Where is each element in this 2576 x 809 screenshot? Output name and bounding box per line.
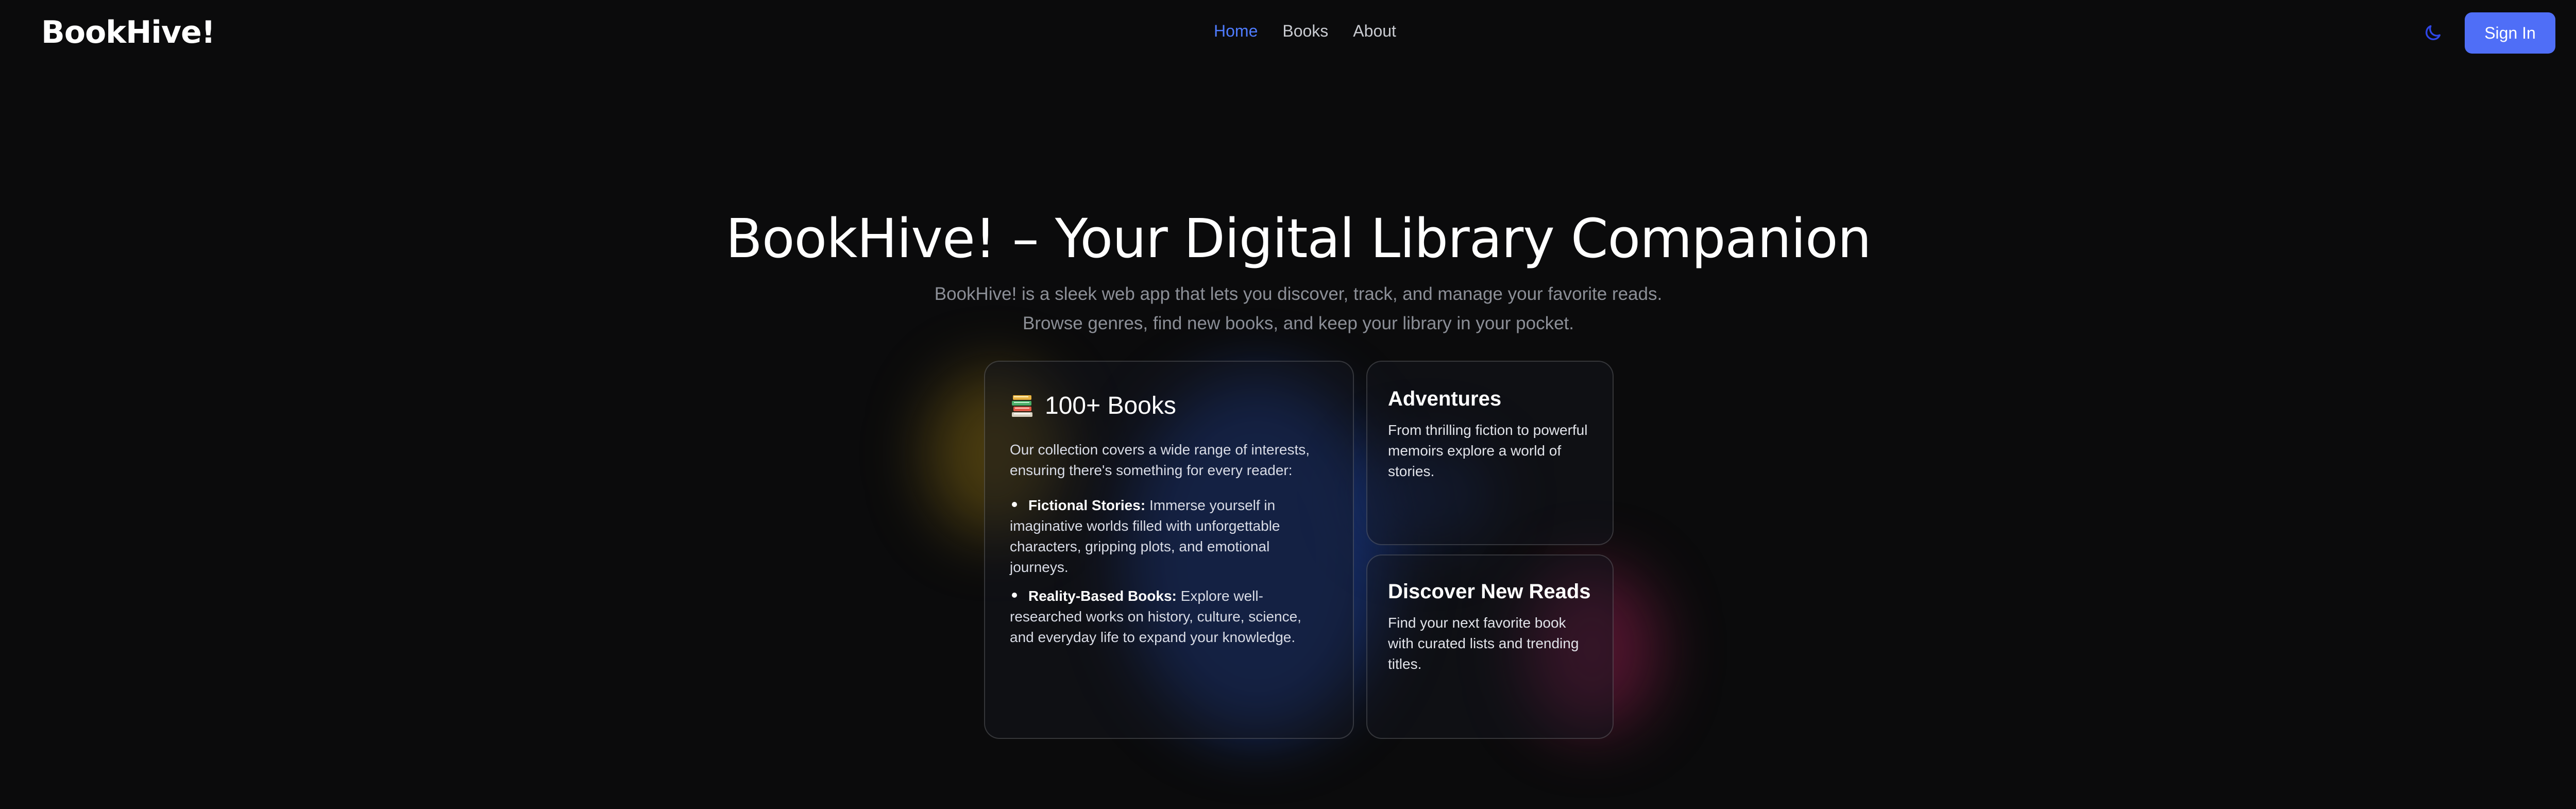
bullet-label: Fictional Stories: [1028, 497, 1146, 513]
hero-subtitle-line-2: Browse genres, find new books, and keep … [1022, 313, 1574, 333]
books-icon [1010, 394, 1035, 418]
books-card-list: Fictional Stories: Immerse yourself in i… [1010, 495, 1328, 648]
hero-title: BookHive! – Your Digital Library Compani… [725, 207, 1871, 270]
bullet-label: Reality-Based Books: [1028, 588, 1177, 604]
books-card: 100+ Books Our collection covers a wide … [984, 361, 1354, 739]
books-card-title: 100+ Books [1045, 392, 1176, 419]
bullet-icon [1012, 593, 1017, 598]
sign-in-button[interactable]: Sign In [2465, 12, 2555, 54]
bullet-icon [1012, 502, 1017, 507]
navbar: BookHive! Home Books About Sign In [0, 0, 2576, 66]
nav-links: Home Books About [1214, 22, 1396, 41]
adventures-card: Adventures From thrilling fiction to pow… [1366, 361, 1614, 545]
hero-subtitle: BookHive! is a sleek web app that lets y… [0, 279, 2576, 338]
nav-link-books[interactable]: Books [1282, 22, 1328, 41]
books-card-intro: Our collection covers a wide range of in… [1010, 442, 1310, 478]
list-item: Reality-Based Books: Explore well-resear… [1010, 586, 1328, 648]
page: BookHive! Home Books About Sign In BookH… [0, 0, 2576, 809]
moon-icon[interactable] [2422, 23, 2443, 43]
adventures-card-title: Adventures [1388, 387, 1502, 410]
list-item: Fictional Stories: Immerse yourself in i… [1010, 495, 1328, 578]
discover-card-title: Discover New Reads [1388, 580, 1591, 603]
nav-link-home[interactable]: Home [1214, 22, 1258, 41]
hero-subtitle-line-1: BookHive! is a sleek web app that lets y… [934, 284, 1663, 304]
nav-link-about[interactable]: About [1353, 22, 1396, 41]
books-card-heading: 100+ Books [1010, 392, 1328, 420]
discover-card-text: Find your next favorite book with curate… [1388, 615, 1579, 672]
adventures-card-text: From thrilling fiction to powerful memoi… [1388, 422, 1588, 479]
discover-card: Discover New Reads Find your next favori… [1366, 554, 1614, 739]
brand-logo[interactable]: BookHive! [41, 14, 215, 50]
